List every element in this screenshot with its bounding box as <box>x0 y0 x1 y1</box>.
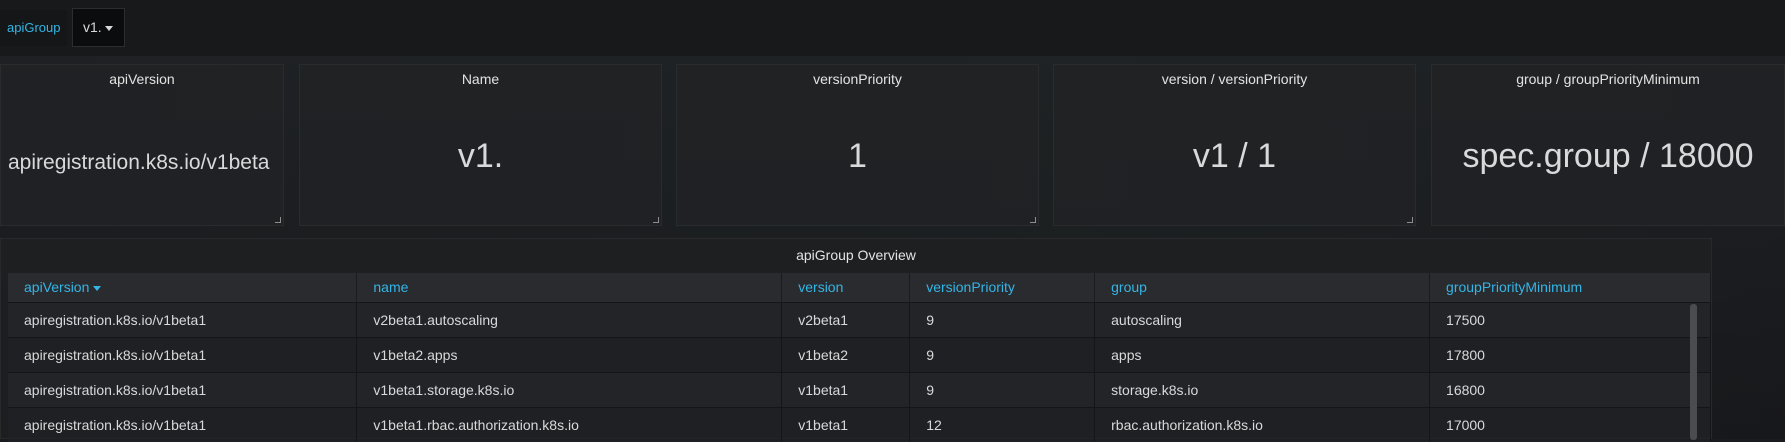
panel-title: versionPriority <box>813 71 902 87</box>
panel-title: version / versionPriority <box>1161 71 1308 87</box>
cell-version: v1beta1 <box>781 371 911 407</box>
variable-selected-value: v1. <box>83 19 102 35</box>
stat-panel-group-grouppriorityminimum[interactable]: group / groupPriorityMinimum spec.group … <box>1431 64 1785 226</box>
stat-panel-version-versionpriority[interactable]: version / versionPriority v1 / 1 <box>1053 64 1416 226</box>
column-header-versionpriority[interactable]: versionPriority <box>909 273 1096 302</box>
panel-value: spec.group / 18000 <box>1462 137 1754 175</box>
cell-version: v1beta1 <box>781 406 911 442</box>
cell-apiversion: apiregistration.k8s.io/v1beta1 <box>8 301 358 337</box>
column-header-grouppriorityminimum[interactable]: groupPriorityMinimum <box>1429 273 1711 302</box>
resize-handle-icon[interactable] <box>1407 217 1413 223</box>
cell-group: apps <box>1094 336 1431 372</box>
cell-name: v2beta1.autoscaling <box>356 301 783 337</box>
column-header-apiversion[interactable]: apiVersion <box>8 273 358 302</box>
variables-bar: apiGroup v1. <box>0 0 1785 56</box>
stat-panel-apiversion[interactable]: apiVersion apiregistration.k8s.io/v1beta <box>0 64 284 226</box>
cell-apiversion: apiregistration.k8s.io/v1beta1 <box>8 406 358 442</box>
table-row: apiregistration.k8s.io/v1beta1 v2beta1.a… <box>8 301 1711 337</box>
stat-panel-name[interactable]: Name v1. <box>299 64 662 226</box>
panel-value: apiregistration.k8s.io/v1beta <box>8 151 270 174</box>
column-header-version[interactable]: version <box>781 273 911 302</box>
cell-group: storage.k8s.io <box>1094 371 1431 407</box>
apigroup-overview-table: apiVersion name version versionPriority … <box>8 273 1711 442</box>
table-row: apiregistration.k8s.io/v1beta1 v1beta1.r… <box>8 406 1711 442</box>
variable-label: apiGroup <box>0 10 68 46</box>
sort-desc-icon <box>93 286 102 292</box>
stat-panel-versionpriority[interactable]: versionPriority 1 <box>676 64 1039 226</box>
cell-apiversion: apiregistration.k8s.io/v1beta1 <box>8 336 358 372</box>
table-panel: apiGroup Overview apiVersion name versio… <box>0 238 1712 442</box>
cell-name: v1beta2.apps <box>356 336 783 372</box>
cell-group: autoscaling <box>1094 301 1431 337</box>
resize-handle-icon[interactable] <box>1030 217 1036 223</box>
cell-name: v1beta1.rbac.authorization.k8s.io <box>356 406 783 442</box>
column-header-name[interactable]: name <box>356 273 783 302</box>
cell-versionpriority: 9 <box>909 301 1096 337</box>
cell-grouppriorityminimum: 17500 <box>1429 301 1711 337</box>
column-header-group[interactable]: group <box>1094 273 1431 302</box>
table-header-row: apiVersion name version versionPriority … <box>8 273 1711 302</box>
panel-title: group / groupPriorityMinimum <box>1516 71 1700 87</box>
resize-handle-icon[interactable] <box>275 217 281 223</box>
cell-grouppriorityminimum: 17800 <box>1429 336 1711 372</box>
table-scrollbar[interactable] <box>1690 304 1697 440</box>
cell-version: v2beta1 <box>781 301 911 337</box>
panel-value: v1 / 1 <box>1192 137 1277 175</box>
table-row: apiregistration.k8s.io/v1beta1 v1beta1.s… <box>8 371 1711 407</box>
cell-grouppriorityminimum: 16800 <box>1429 371 1711 407</box>
cell-versionpriority: 9 <box>909 336 1096 372</box>
panel-title: Name <box>461 71 500 87</box>
panel-value: 1 <box>848 137 867 175</box>
cell-grouppriorityminimum: 17000 <box>1429 406 1711 442</box>
chevron-down-icon <box>104 25 113 31</box>
cell-versionpriority: 12 <box>909 406 1096 442</box>
cell-group: rbac.authorization.k8s.io <box>1094 406 1431 442</box>
panel-title: apiVersion <box>109 71 175 87</box>
variable-dropdown[interactable]: v1. <box>72 8 125 47</box>
cell-apiversion: apiregistration.k8s.io/v1beta1 <box>8 371 358 407</box>
cell-version: v1beta2 <box>781 336 911 372</box>
table-panel-title: apiGroup Overview <box>796 247 916 263</box>
panel-value: v1. <box>457 137 504 175</box>
table-row: apiregistration.k8s.io/v1beta1 v1beta2.a… <box>8 336 1711 372</box>
cell-name: v1beta1.storage.k8s.io <box>356 371 783 407</box>
resize-handle-icon[interactable] <box>653 217 659 223</box>
cell-versionpriority: 9 <box>909 371 1096 407</box>
